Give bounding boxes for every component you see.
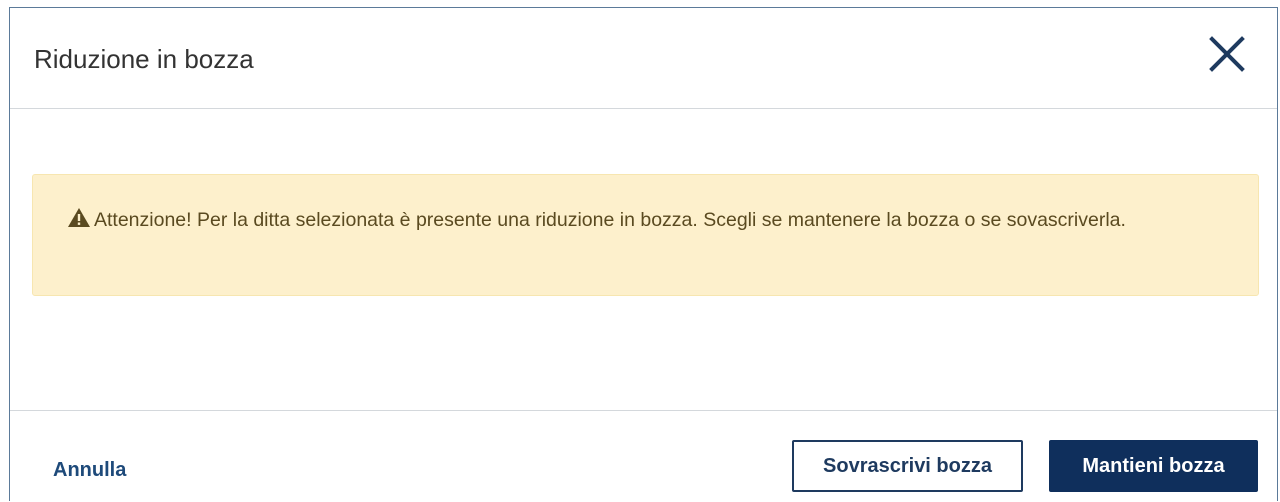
close-icon xyxy=(1209,36,1245,72)
modal-header: Riduzione in bozza xyxy=(10,8,1277,109)
keep-draft-button[interactable]: Mantieni bozza xyxy=(1049,440,1258,492)
overwrite-draft-button[interactable]: Sovrascrivi bozza xyxy=(792,440,1023,492)
modal-body: Attenzione! Per la ditta selezionata è p… xyxy=(10,109,1277,412)
alert-message: Attenzione! Per la ditta selezionata è p… xyxy=(94,209,1126,231)
warning-alert: Attenzione! Per la ditta selezionata è p… xyxy=(32,174,1259,296)
modal-footer: Annulla Sovrascrivi bozza Mantieni bozza xyxy=(10,410,1277,502)
alert-text-block: Attenzione! Per la ditta selezionata è p… xyxy=(67,201,1224,239)
modal-title: Riduzione in bozza xyxy=(34,44,254,74)
close-button[interactable] xyxy=(1207,34,1247,74)
warning-triangle-icon xyxy=(67,207,91,228)
cancel-link[interactable]: Annulla xyxy=(53,457,126,483)
modal-dialog: Riduzione in bozza Attenzione! Per la di… xyxy=(9,7,1278,501)
